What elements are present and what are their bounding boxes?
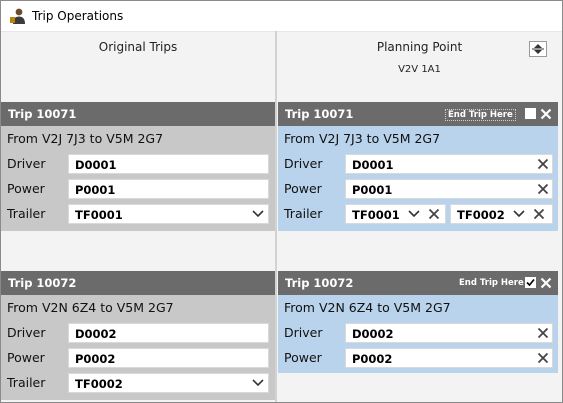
window-title: Trip Operations [32, 9, 124, 23]
up-down-spinner-icon[interactable] [529, 41, 547, 57]
end-trip-label: End Trip Here [445, 109, 516, 121]
trip-route: From V2N 6Z4 to V5M 2G7 [7, 300, 174, 315]
close-icon[interactable] [540, 277, 552, 289]
trailer-label: Trailer [7, 206, 46, 221]
trip-route: From V2N 6Z4 to V5M 2G7 [284, 300, 451, 315]
planned-trip-card: From V2J 7J3 to V5M 2G7 Driver D0001 Pow… [278, 126, 558, 231]
trailer-value: TF0001 [75, 208, 123, 222]
original-trip-card: From V2J 7J3 to V5M 2G7 Driver D0001 Pow… [1, 126, 275, 231]
close-icon[interactable] [540, 108, 552, 120]
trailer-dropdown[interactable]: TF0001 [345, 204, 446, 224]
trailer-label: Trailer [7, 375, 46, 390]
power-value: P0002 [75, 352, 116, 366]
planning-point-postal-code: V2V 1A1 [398, 64, 441, 75]
power-label: Power [7, 350, 45, 365]
power-label: Power [284, 181, 322, 196]
trailer-value: TF0002 [75, 377, 123, 391]
driver-label: Driver [284, 156, 323, 171]
driver-value: D0001 [75, 158, 117, 172]
end-trip-label: End Trip Here [459, 278, 524, 288]
trip-operations-window: Trip Operations Original Trips Planning … [0, 0, 563, 403]
checkmark-icon [526, 278, 535, 287]
trailer-value: TF0002 [457, 208, 505, 222]
end-trip-checkbox[interactable] [525, 277, 536, 288]
power-label: Power [284, 350, 322, 365]
trailer-dropdown[interactable]: TF0002 [68, 373, 269, 393]
driver-value: D0001 [352, 158, 394, 172]
trailer-label: Trailer [284, 206, 323, 221]
trip-number: Trip 10072 [285, 276, 354, 290]
power-value: P0002 [352, 352, 393, 366]
planned-trip-header: Trip 10071 End Trip Here [278, 102, 558, 126]
driver-field[interactable]: D0002 [68, 323, 269, 343]
column-divider [275, 31, 277, 402]
trailer-value: TF0001 [352, 208, 400, 222]
power-value: P0001 [75, 183, 116, 197]
remove-driver-icon[interactable] [537, 327, 549, 339]
planned-trip-card: From V2N 6Z4 to V5M 2G7 Driver D0002 Pow… [278, 295, 558, 373]
remove-trailer-icon[interactable] [533, 208, 545, 220]
power-field[interactable]: P0002 [68, 348, 269, 368]
power-field[interactable]: P0001 [345, 179, 553, 199]
trip-route: From V2J 7J3 to V5M 2G7 [284, 131, 441, 146]
power-field[interactable]: P0002 [345, 348, 553, 368]
trip-number: Trip 10071 [285, 107, 354, 121]
power-label: Power [7, 181, 45, 196]
planning-point-heading: Planning Point [376, 40, 463, 54]
driver-field[interactable]: D0001 [68, 154, 269, 174]
original-trip-card: From V2N 6Z4 to V5M 2G7 Driver D0002 Pow… [1, 295, 275, 400]
original-trip-header: Trip 10072 [1, 271, 275, 295]
driver-value: D0002 [352, 327, 394, 341]
driver-label: Driver [7, 325, 46, 340]
driver-person-icon [10, 8, 25, 24]
remove-power-icon[interactable] [537, 183, 549, 195]
chevron-down-icon[interactable] [408, 209, 420, 219]
trip-number: Trip 10071 [8, 107, 77, 121]
driver-field[interactable]: D0001 [345, 154, 553, 174]
trip-route: From V2J 7J3 to V5M 2G7 [7, 131, 164, 146]
power-field[interactable]: P0001 [68, 179, 269, 199]
chevron-down-icon[interactable] [252, 378, 264, 388]
chevron-down-icon[interactable] [513, 209, 525, 219]
original-trip-header: Trip 10071 [1, 102, 275, 126]
driver-label: Driver [7, 156, 46, 171]
title-bar: Trip Operations [1, 1, 562, 32]
end-trip-checkbox[interactable] [525, 108, 536, 119]
planned-trip-header: Trip 10072 End Trip Here [278, 271, 558, 295]
chevron-down-icon[interactable] [252, 209, 264, 219]
trailer-dropdown[interactable]: TF0001 [68, 204, 269, 224]
remove-power-icon[interactable] [537, 352, 549, 364]
driver-value: D0002 [75, 327, 117, 341]
original-trips-heading: Original Trips [98, 40, 178, 54]
driver-label: Driver [284, 325, 323, 340]
trailer-dropdown[interactable]: TF0002 [450, 204, 553, 224]
remove-driver-icon[interactable] [537, 158, 549, 170]
driver-field[interactable]: D0002 [345, 323, 553, 343]
remove-trailer-icon[interactable] [428, 208, 440, 220]
trip-number: Trip 10072 [8, 276, 77, 290]
power-value: P0001 [352, 183, 393, 197]
